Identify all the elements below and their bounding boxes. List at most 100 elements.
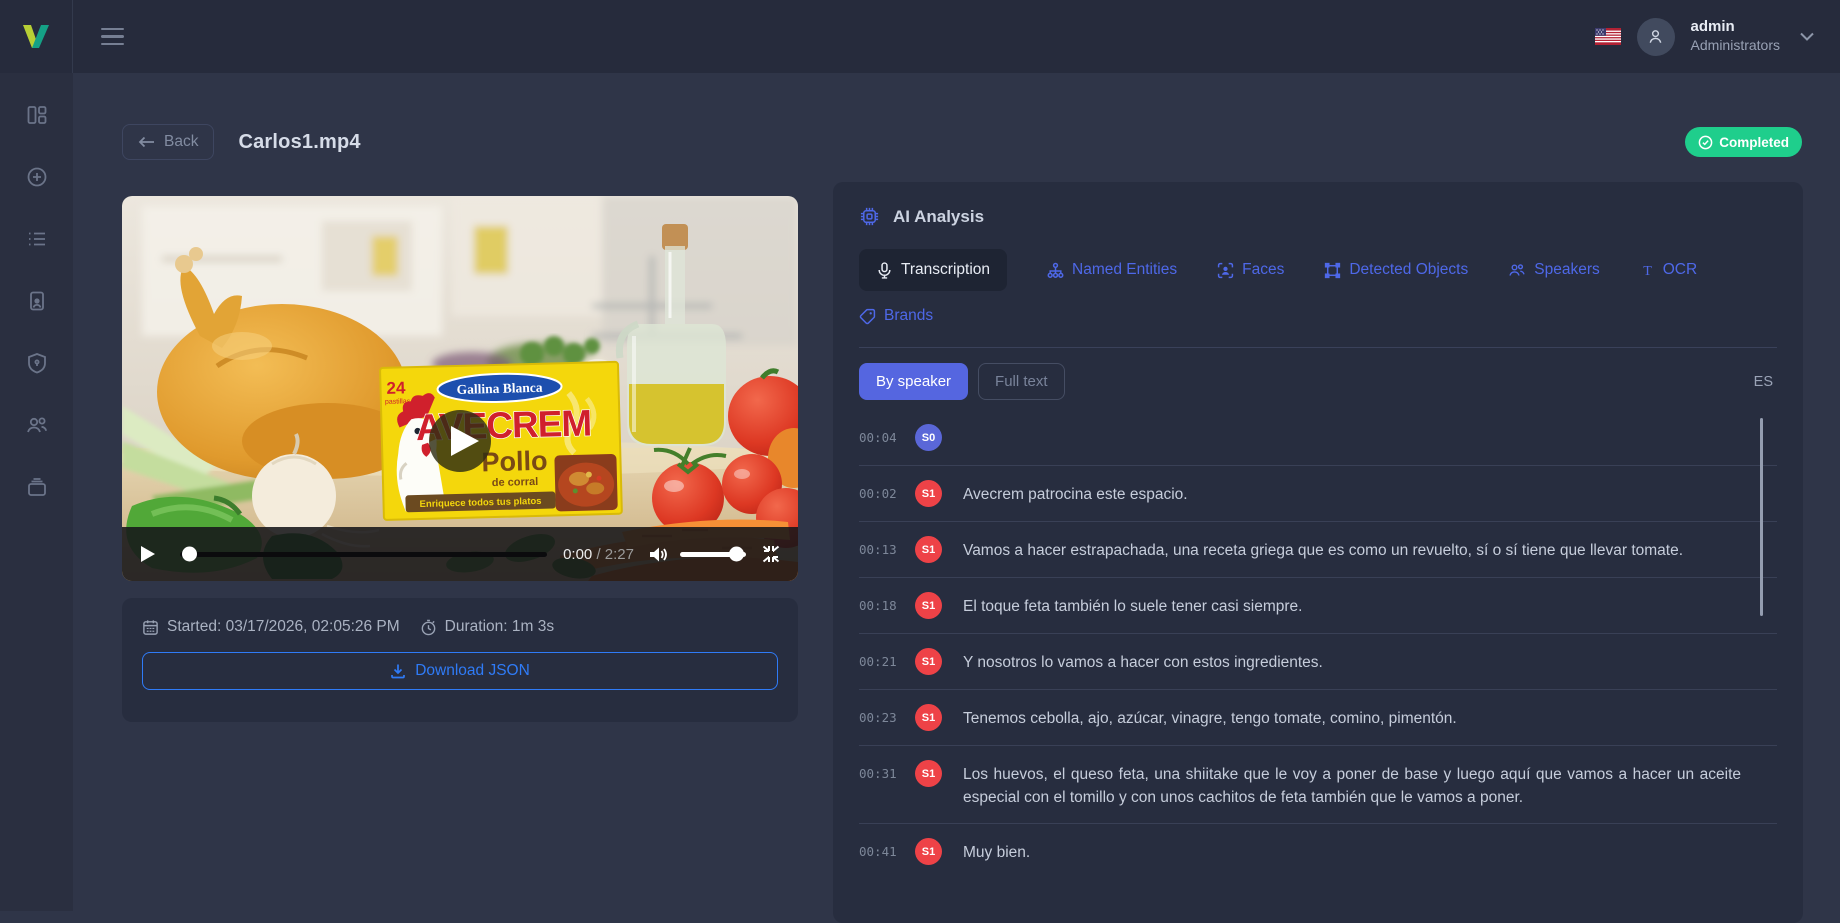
timestamp: 00:18 — [859, 592, 915, 613]
transcript-text: Y nosotros lo vamos a hacer con estos in… — [963, 648, 1777, 674]
speaker-badge[interactable]: S1 — [915, 648, 942, 675]
time-separator: / — [592, 546, 605, 563]
video-controls: 0:00 / 2:27 — [122, 527, 798, 581]
download-json-button[interactable]: Download JSON — [142, 652, 778, 690]
tab-transcription[interactable]: Transcription — [859, 249, 1007, 291]
started-label: Started: 03/17/2026, 02:05:26 PM — [167, 618, 400, 636]
page-header: Back Carlos1.mp4 Completed — [122, 124, 1802, 160]
back-button[interactable]: Back — [122, 124, 214, 160]
speaker-badge[interactable]: S1 — [915, 838, 942, 865]
transcript-text: Muy bien. — [963, 838, 1777, 864]
calendar-icon — [142, 619, 159, 636]
sidebar — [0, 73, 73, 911]
transcript-row[interactable]: 00:04 S0 — [859, 410, 1777, 465]
volume-icon[interactable] — [648, 546, 668, 563]
status-label: Completed — [1719, 135, 1789, 150]
started-meta: Started: 03/17/2026, 02:05:26 PM — [142, 618, 400, 636]
speaker-badge[interactable]: S1 — [915, 704, 942, 731]
seek-bar[interactable] — [180, 552, 547, 557]
tab-named-entities[interactable]: Named Entities — [1047, 249, 1177, 291]
timestamp: 00:21 — [859, 648, 915, 669]
transcript-list: 00:04 S0 00:02 S1 Avecrem patrocina este… — [859, 410, 1777, 879]
transcript-row[interactable]: 00:31 S1 Los huevos, el queso feta, una … — [859, 745, 1777, 823]
id-card-icon[interactable] — [25, 289, 49, 313]
transcript-text: El toque feta también lo suele tener cas… — [963, 592, 1777, 618]
transcript-row[interactable]: 00:23 S1 Tenemos cebolla, ajo, azúcar, v… — [859, 689, 1777, 745]
download-label: Download JSON — [415, 662, 530, 680]
transcript-row[interactable]: 00:13 S1 Vamos a hacer estrapachada, una… — [859, 521, 1777, 577]
chip-icon — [859, 206, 880, 227]
check-circle-icon — [1698, 135, 1713, 150]
timestamp: 00:02 — [859, 480, 915, 501]
users-icon[interactable] — [24, 413, 50, 437]
product-brand: Gallina Blanca — [456, 380, 543, 397]
chevron-down-icon[interactable] — [1800, 32, 1814, 41]
object-frame-icon — [1324, 262, 1341, 279]
timestamp: 00:13 — [859, 536, 915, 557]
hamburger-icon[interactable] — [101, 28, 124, 46]
language-badge: ES — [1754, 374, 1773, 390]
page-title: Carlos1.mp4 — [238, 131, 360, 154]
tab-faces[interactable]: Faces — [1217, 249, 1284, 291]
user-avatar[interactable] — [1637, 18, 1675, 56]
speaker-badge[interactable]: S1 — [915, 592, 942, 619]
play-button[interactable] — [140, 545, 162, 563]
tab-detected-objects[interactable]: Detected Objects — [1324, 249, 1468, 291]
ai-analysis-header: AI Analysis — [859, 206, 1777, 227]
tab-brands[interactable]: Brands — [859, 295, 933, 337]
volume-knob[interactable] — [729, 547, 744, 562]
logo-v-icon — [20, 23, 52, 51]
face-icon — [1217, 262, 1234, 279]
transcript-row[interactable]: 00:02 S1 Avecrem patrocina este espacio. — [859, 465, 1777, 521]
speaker-badge[interactable]: S1 — [915, 760, 942, 787]
duration-label: Duration: 1m 3s — [445, 618, 554, 636]
tasks-icon[interactable] — [25, 227, 49, 251]
add-icon[interactable] — [25, 165, 49, 189]
time-display: 0:00 / 2:27 — [563, 546, 634, 563]
tab-ocr[interactable]: T OCR — [1640, 249, 1697, 291]
archive-icon[interactable] — [25, 475, 49, 499]
job-info-card: Started: 03/17/2026, 02:05:26 PM Duratio… — [122, 598, 798, 722]
tab-speakers[interactable]: Speakers — [1508, 249, 1599, 291]
status-badge: Completed — [1685, 127, 1802, 157]
transcript-row[interactable]: 00:41 S1 Muy bien. — [859, 823, 1777, 879]
app-logo[interactable] — [0, 0, 73, 73]
transcript-row[interactable]: 00:18 S1 El toque feta también lo suele … — [859, 577, 1777, 633]
letter-t-icon: T — [1640, 263, 1655, 278]
seek-knob[interactable] — [182, 547, 197, 562]
time-current: 0:00 — [563, 546, 592, 563]
arrow-left-icon — [138, 136, 155, 148]
us-flag-icon[interactable] — [1595, 28, 1621, 45]
timestamp: 00:31 — [859, 760, 915, 781]
by-speaker-button[interactable]: By speaker — [859, 363, 968, 400]
user-menu[interactable]: admin Administrators — [1691, 18, 1780, 54]
video-player[interactable]: Gallina Blanca 24 pastillas AVECREM Poll… — [122, 196, 798, 581]
shield-icon[interactable] — [25, 351, 49, 375]
transcript-row[interactable]: 00:21 S1 Y nosotros lo vamos a hacer con… — [859, 633, 1777, 689]
volume-slider[interactable] — [680, 552, 746, 557]
user-role: Administrators — [1691, 37, 1780, 55]
product-variant-sub: de corral — [492, 476, 539, 489]
tag-icon — [859, 308, 876, 325]
timestamp: 00:41 — [859, 838, 915, 859]
fullscreen-icon[interactable] — [762, 545, 780, 563]
play-overlay-icon — [429, 410, 491, 472]
timestamp: 00:23 — [859, 704, 915, 725]
ai-analysis-panel: AI Analysis Transcription Named Entities… — [833, 182, 1803, 923]
transcript-text: Avecrem patrocina este espacio. — [963, 480, 1777, 506]
mic-icon — [876, 262, 893, 279]
scrollbar-thumb[interactable] — [1760, 418, 1763, 616]
speaker-badge[interactable]: S0 — [915, 424, 942, 451]
speaker-badge[interactable]: S1 — [915, 536, 942, 563]
time-total: 2:27 — [605, 546, 634, 563]
user-name: admin — [1691, 18, 1780, 37]
transcript-text: Tenemos cebolla, ajo, azúcar, vinagre, t… — [963, 704, 1777, 730]
analysis-tabs: Transcription Named Entities Faces Detec… — [859, 249, 1777, 337]
person-icon — [1646, 27, 1665, 46]
download-icon — [390, 663, 406, 679]
dashboard-icon[interactable] — [25, 103, 49, 127]
speaker-badge[interactable]: S1 — [915, 480, 942, 507]
full-text-button[interactable]: Full text — [978, 363, 1065, 400]
product-count: 24 — [386, 378, 406, 398]
product-variant: Pollo — [481, 446, 548, 478]
